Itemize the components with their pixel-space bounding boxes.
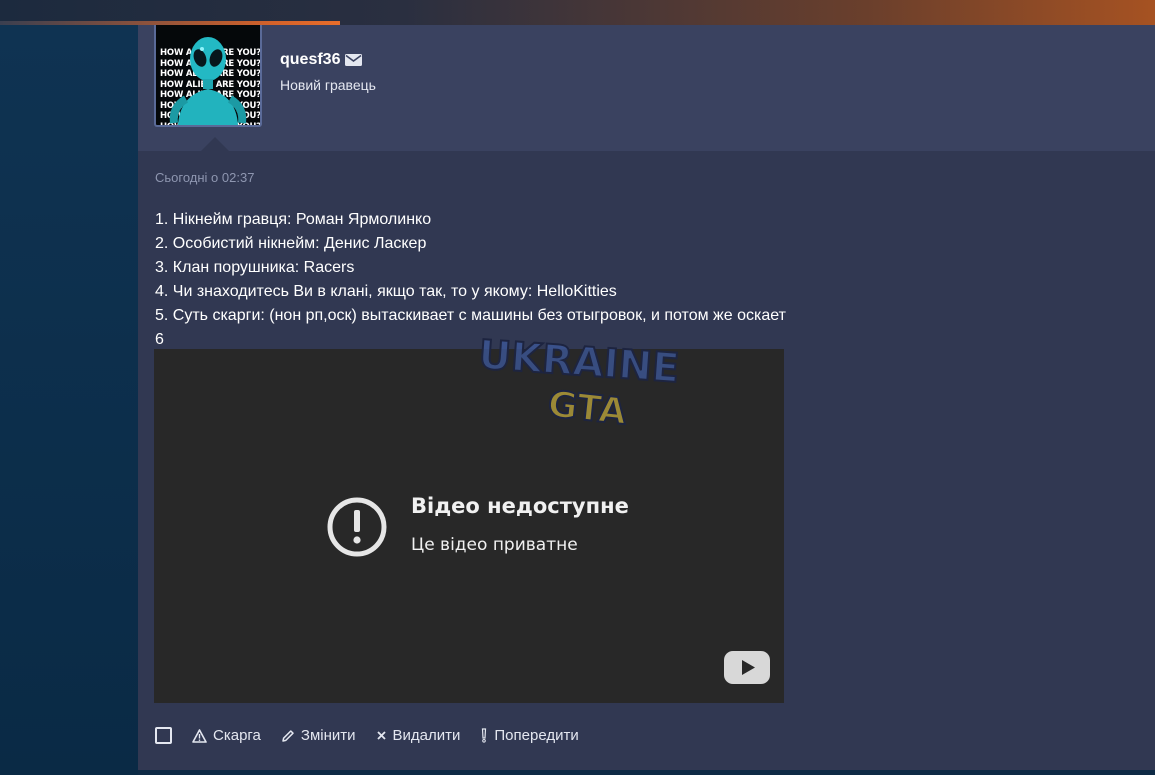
select-post-checkbox[interactable] <box>155 727 172 744</box>
user-rank-title: Новий гравець <box>280 77 376 93</box>
report-button[interactable]: Скарга <box>192 727 261 744</box>
username-text[interactable]: quesf36 <box>280 51 340 69</box>
exclamation-circle-icon <box>327 497 387 557</box>
video-error-subtitle: Це відео приватне <box>411 535 578 555</box>
post-line: 2. Особистий нікнейм: Денис Ласкер <box>155 235 427 252</box>
post-pointer-caret <box>201 137 229 151</box>
warn-label[interactable]: Попередити <box>494 727 578 744</box>
post-actions-bar: Скарга Змінити Видалити Попередити <box>155 727 599 744</box>
warn-button[interactable]: Попередити <box>480 727 579 744</box>
youtube-logo-icon[interactable] <box>724 651 770 684</box>
pencil-icon <box>282 729 294 742</box>
post-header: HOW ALIEN ARE YOU?HOW ALIEN ARE YOU?HOW … <box>138 25 1155 151</box>
top-navigation-bar <box>0 0 1155 25</box>
envelope-icon[interactable] <box>345 54 363 66</box>
post-line: 3. Клан порушника: Racers <box>155 259 355 276</box>
delete-label[interactable]: Видалити <box>393 727 461 744</box>
post-timestamp[interactable]: Сьогодні о 02:37 <box>155 170 254 185</box>
edit-label[interactable]: Змінити <box>301 727 356 744</box>
watermark-line-2: GTA <box>546 384 629 433</box>
report-label[interactable]: Скарга <box>213 727 261 744</box>
edit-button[interactable]: Змінити <box>281 727 356 744</box>
post-body: 1. Нікнейм гравця: Роман Ярмолинко 2. Ос… <box>155 208 786 352</box>
close-icon <box>376 731 386 740</box>
exclamation-icon <box>482 728 487 743</box>
alien-figure-icon <box>169 37 247 125</box>
watermark-line-1: UKRAINE <box>478 335 678 392</box>
post-line: 1. Нікнейм гравця: Роман Ярмолинко <box>155 211 432 228</box>
warning-triangle-icon <box>192 728 207 743</box>
delete-button[interactable]: Видалити <box>376 727 461 744</box>
forum-post: HOW ALIEN ARE YOU?HOW ALIEN ARE YOU?HOW … <box>138 25 1155 770</box>
embedded-video-player[interactable]: Відео недоступне Це відео приватне <box>154 349 784 703</box>
post-line: 4. Чи знаходитесь Ви в клані, якщо так, … <box>155 283 617 300</box>
avatar[interactable]: HOW ALIEN ARE YOU?HOW ALIEN ARE YOU?HOW … <box>154 25 262 127</box>
username-link[interactable]: quesf36 <box>280 51 363 69</box>
post-line: 5. Суть скарги: (нон рп,оск) вытаскивает… <box>155 307 786 324</box>
ukraine-gta-watermark-logo: UKRAINE GTA <box>478 335 678 434</box>
left-background-strip <box>0 25 138 775</box>
video-error-title: Відео недоступне <box>411 494 629 518</box>
